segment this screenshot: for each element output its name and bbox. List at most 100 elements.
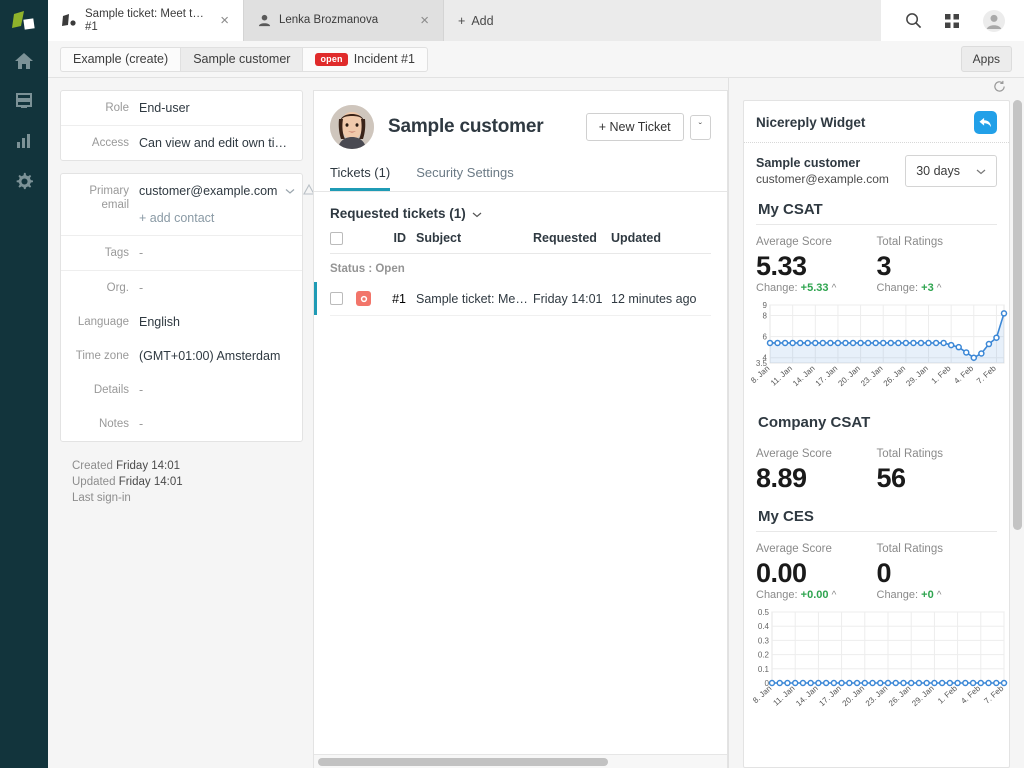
topbar-actions [881, 0, 1024, 41]
warning-icon[interactable] [303, 183, 313, 199]
cell-requested: Friday 14:01 [533, 291, 603, 306]
svg-text:1. Feb: 1. Feb [936, 683, 959, 705]
new-ticket-dropdown-button[interactable]: ˇ [689, 114, 711, 140]
chevron-down-icon [472, 206, 482, 221]
user-icon [258, 14, 271, 27]
stat-change: Change: +3 ^ [876, 282, 942, 294]
close-icon[interactable]: × [416, 13, 433, 28]
ticket-state-icon [356, 291, 371, 306]
field-role: Role End-user [61, 91, 302, 125]
tab-sample-ticket[interactable]: Sample ticket: Meet the ti... #1 × [48, 0, 244, 41]
apps-button[interactable]: Apps [960, 46, 1012, 72]
vertical-scrollbar-thumb[interactable] [1013, 100, 1022, 530]
my-csat-stats: Average Score 5.33 Change: +5.33 ^ Total… [744, 225, 1009, 294]
breadcrumb-item-example-create[interactable]: Example (create) [60, 46, 181, 72]
field-label: Time zone [75, 350, 129, 362]
svg-text:8. Jan: 8. Jan [751, 684, 773, 705]
tab-lenka-brozmanova[interactable]: Lenka Brozmanova × [244, 0, 444, 41]
stat-value: 8.89 [756, 463, 807, 493]
column-header-updated[interactable]: Updated [611, 231, 711, 245]
stat-label: Average Score [756, 543, 832, 555]
my-csat-heading: My CSAT [758, 201, 823, 218]
customer-details-card: Primary email customer@example.com + add… [60, 173, 313, 442]
customer-meta: Created Friday 14:01 Updated Friday 14:0… [60, 454, 303, 510]
my-ces-stats: Average Score 0.00 Change: +0.00 ^ Total… [744, 532, 1009, 601]
customer-role-card: Role End-user Access Can view and edit o… [60, 90, 303, 161]
add-contact-button[interactable]: + add contact [139, 210, 290, 226]
new-ticket-button[interactable]: + New Ticket [585, 113, 684, 141]
field-value: - [139, 281, 144, 295]
widget-customer-name: Sample customer [756, 156, 861, 170]
ticket-icon [62, 14, 77, 27]
svg-text:17. Jan: 17. Jan [814, 364, 840, 388]
date-range-select[interactable]: 30 days [905, 155, 997, 187]
header-actions: + New Ticket ˇ [585, 113, 711, 141]
sidebar-item-settings[interactable] [0, 161, 48, 201]
field-access: Access Can view and edit own tic... [61, 125, 302, 160]
table-row[interactable]: #1 Sample ticket: Meet the ticket Friday… [314, 282, 711, 316]
requested-tickets-title[interactable]: Requested tickets (1) [330, 206, 711, 221]
svg-text:26. Jan: 26. Jan [887, 684, 913, 708]
close-icon[interactable]: × [216, 13, 233, 28]
tab-title-line1: Sample ticket: Meet the ti... [85, 7, 208, 20]
tab-title-line2: #1 [85, 20, 98, 33]
tickets-table: ID Subject Requested Updated Status : Op… [314, 231, 711, 316]
breadcrumb-item-incident[interactable]: open Incident #1 [302, 46, 428, 72]
stat-value: 0.00 [756, 558, 807, 588]
field-value: - [139, 383, 144, 397]
svg-text:29. Jan: 29. Jan [910, 684, 936, 708]
field-timezone: Time zone (GMT+01:00) Amsterdam [61, 339, 302, 373]
sidebar-item-overviews[interactable] [0, 81, 48, 121]
field-label: Notes [98, 418, 129, 430]
plus-icon: + [458, 13, 466, 28]
add-tab-button[interactable]: + Add [444, 0, 508, 41]
row-checkbox[interactable] [330, 292, 343, 305]
widget-header: Nicereply Widget [744, 101, 1009, 143]
cell-updated: 12 minutes ago [611, 291, 697, 306]
sidebar-item-home[interactable] [0, 41, 48, 81]
vertical-scrollbar[interactable] [1013, 100, 1022, 764]
stat-value: 56 [876, 463, 907, 493]
column-header-subject[interactable]: Subject [416, 231, 533, 245]
horizontal-scrollbar-thumb[interactable] [318, 758, 608, 766]
chevron-down-icon[interactable] [285, 183, 295, 199]
svg-text:1. Feb: 1. Feb [930, 363, 953, 385]
svg-text:26. Jan: 26. Jan [882, 364, 908, 388]
breadcrumb-item-sample-customer[interactable]: Sample customer [180, 46, 303, 72]
svg-text:17. Jan: 17. Jan [817, 684, 843, 708]
app-logo[interactable] [0, 0, 48, 41]
column-header-id[interactable]: ID [382, 231, 416, 245]
user-avatar-icon[interactable] [982, 9, 1006, 33]
svg-text:23. Jan: 23. Jan [859, 364, 885, 388]
svg-text:0.1: 0.1 [758, 665, 770, 674]
svg-text:4: 4 [763, 354, 768, 363]
grid-apps-icon[interactable] [944, 13, 960, 29]
cell-subject[interactable]: Sample ticket: Meet the ticket [416, 292, 533, 306]
row-checkbox-cell [330, 292, 356, 305]
svg-text:0.4: 0.4 [758, 622, 770, 631]
svg-text:20. Jan: 20. Jan [836, 364, 862, 388]
tab-title: Lenka Brozmanova [279, 14, 408, 27]
home-icon [15, 53, 33, 69]
svg-text:11. Jan: 11. Jan [769, 364, 794, 388]
customer-header: Sample customer + New Ticket ˇ [314, 91, 727, 157]
select-all-checkbox[interactable] [330, 231, 343, 245]
field-notes: Notes - [61, 407, 302, 441]
my-ces-average: Average Score 0.00 Change: +0.00 ^ [756, 542, 877, 601]
column-header-requested[interactable]: Requested [533, 231, 611, 245]
refresh-icon[interactable] [993, 80, 1006, 98]
svg-text:6: 6 [763, 333, 768, 342]
svg-text:29. Jan: 29. Jan [904, 364, 930, 388]
nicereply-reply-icon[interactable] [974, 111, 997, 134]
sidebar-item-reporting[interactable] [0, 121, 48, 161]
horizontal-scrollbar[interactable] [314, 754, 727, 768]
tab-tickets[interactable]: Tickets (1) [330, 159, 391, 191]
section-label: Requested tickets (1) [330, 206, 466, 221]
search-icon[interactable] [905, 12, 922, 29]
stat-label: Total Ratings [876, 543, 943, 555]
tab-security-settings[interactable]: Security Settings [416, 159, 514, 191]
stat-value: 0 [876, 558, 892, 588]
chevron-down-icon [976, 164, 986, 178]
select-all-checkbox-cell [330, 231, 356, 245]
table-header-row: ID Subject Requested Updated [330, 231, 711, 254]
